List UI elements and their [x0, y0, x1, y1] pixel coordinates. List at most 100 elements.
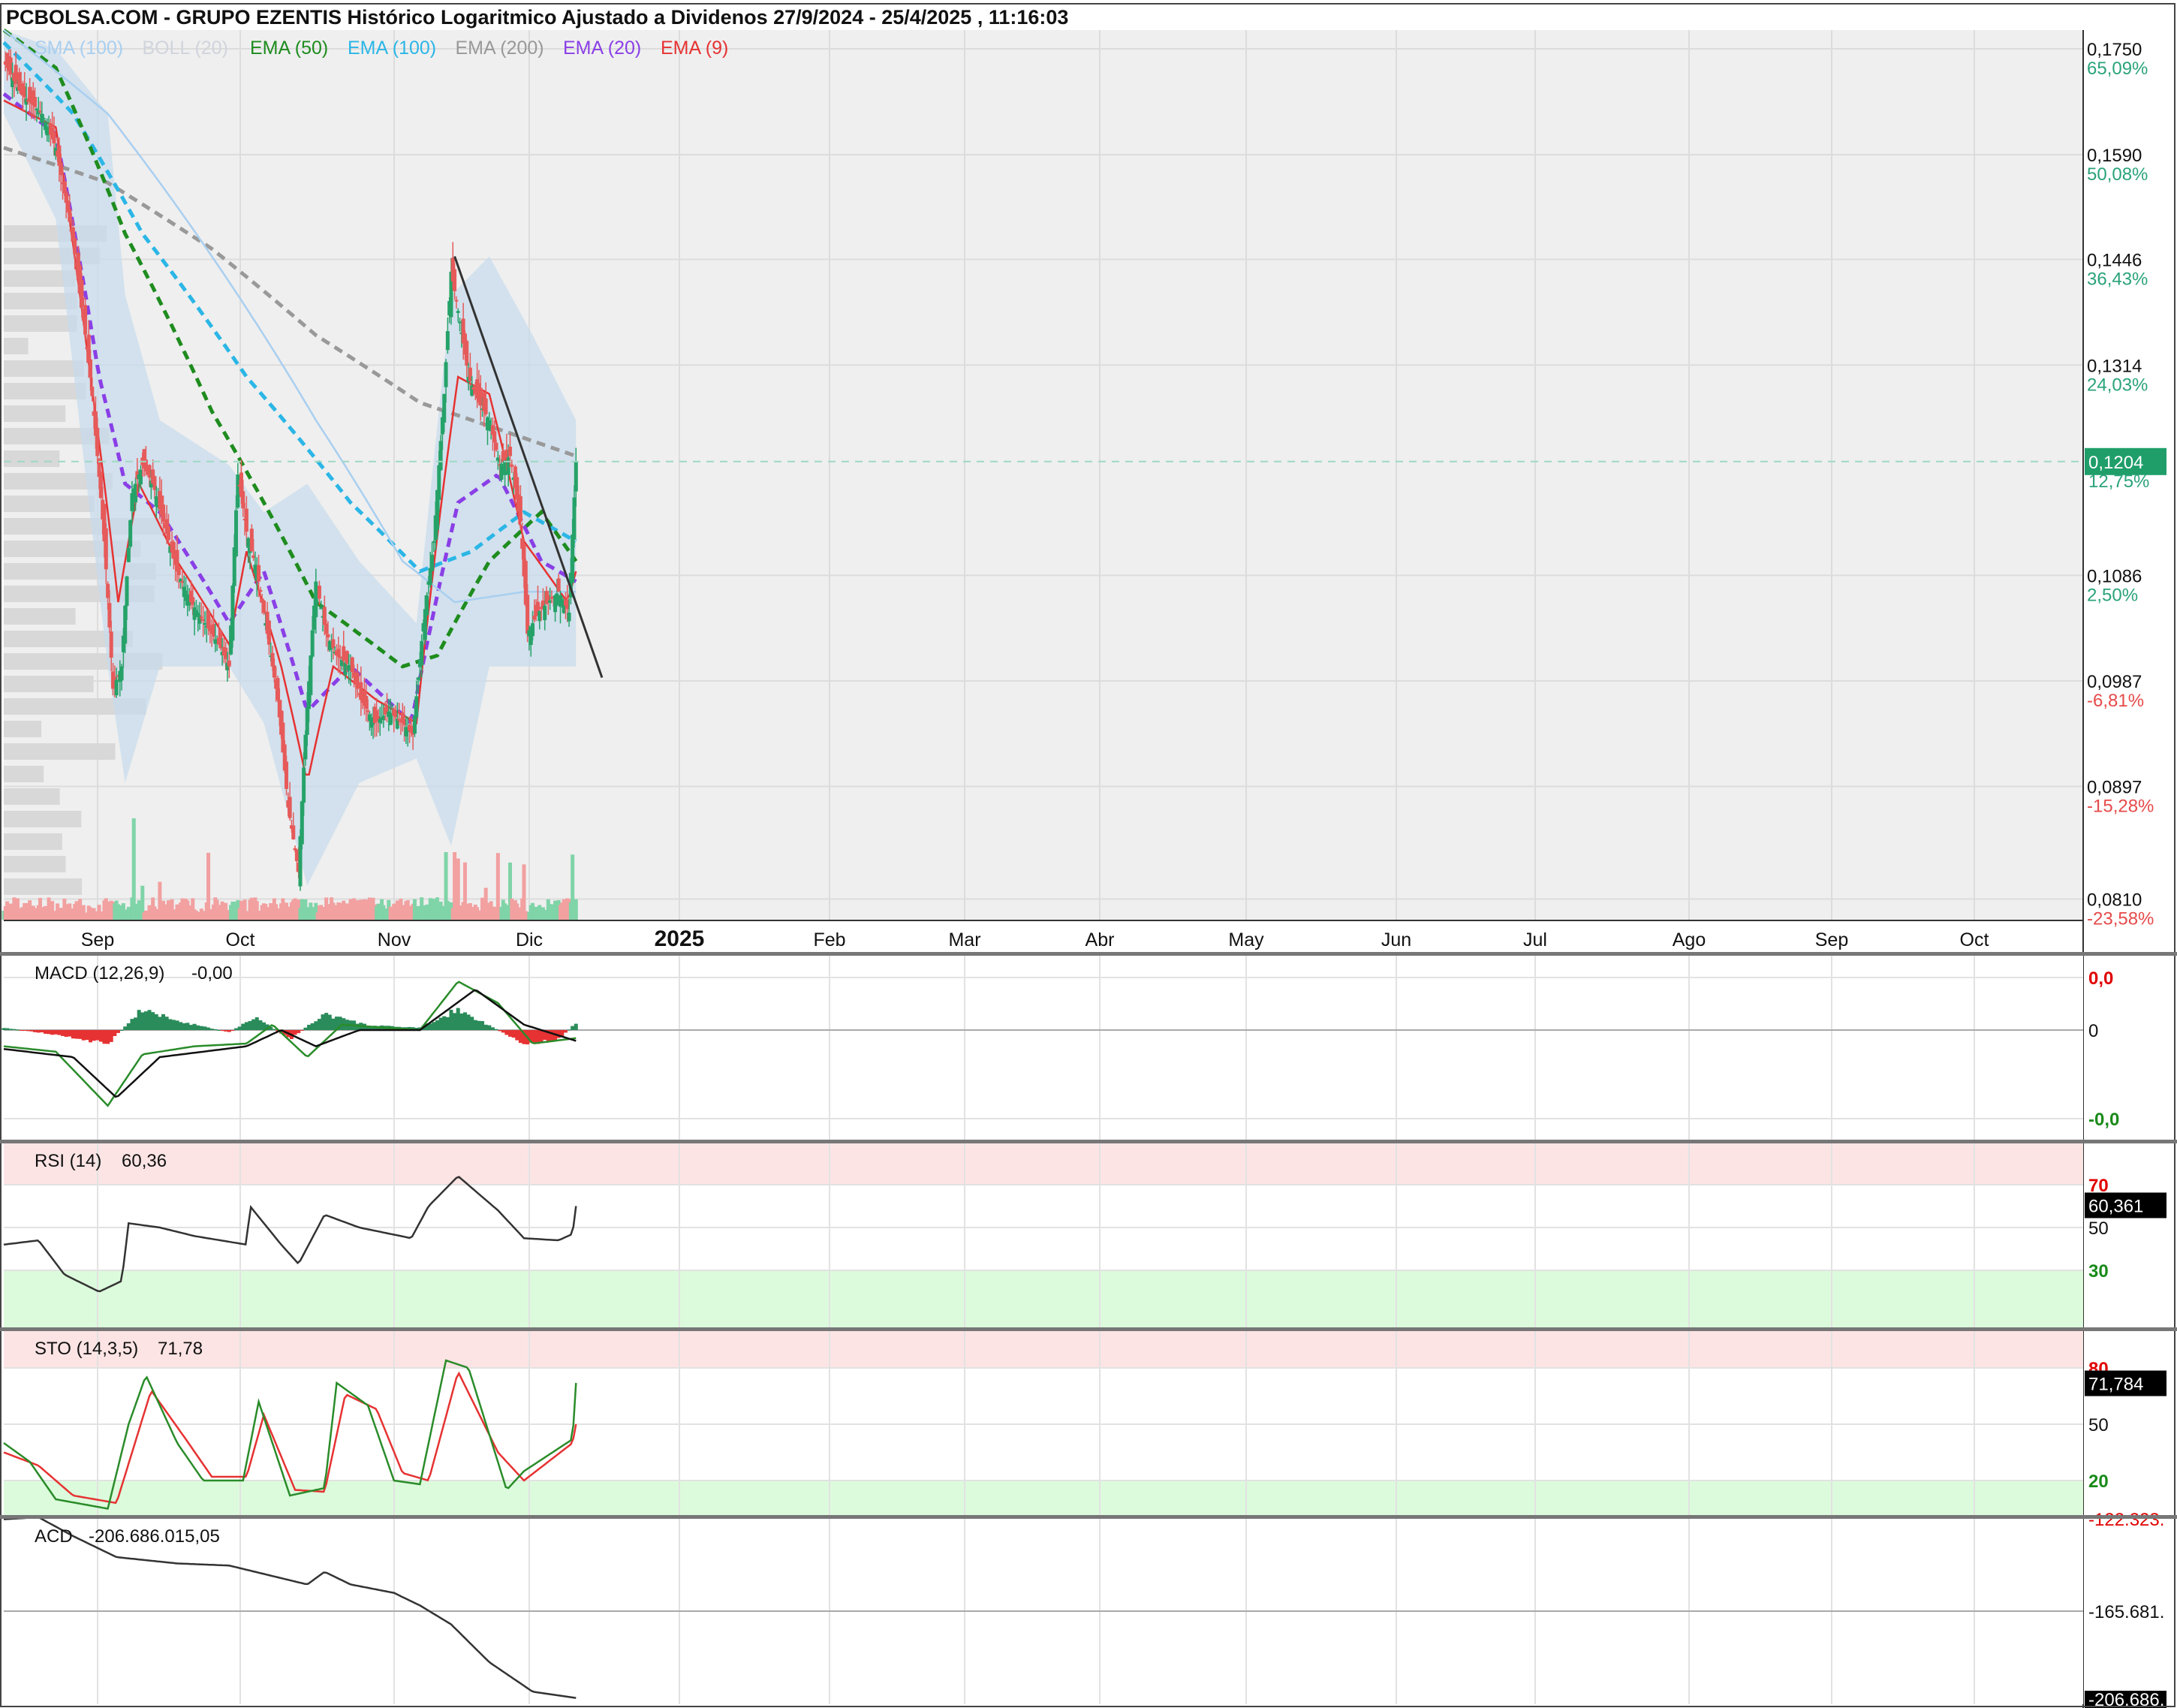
macd-hist-bar [220, 1030, 224, 1032]
macd-hist-bar [213, 1029, 218, 1030]
rsi-panel: 70503060,361 [3, 1143, 2166, 1327]
macd-hist-bar [237, 1026, 242, 1030]
acd-axis-label: -165.681. [2088, 1602, 2164, 1622]
macd-hist-bar [64, 1030, 68, 1037]
candle-body [430, 554, 435, 571]
candle-body [95, 427, 100, 456]
candle-body [531, 623, 535, 637]
macd-hist-bar [532, 1030, 537, 1044]
candle-body [126, 547, 131, 562]
macd-hist-bar [453, 1013, 457, 1030]
acd-value: -206.686.015,05 [89, 1526, 220, 1547]
macd-hist-bar [327, 1014, 332, 1030]
macd-hist-bar [435, 1020, 439, 1030]
macd-hist-bar [33, 1030, 38, 1032]
candle-body [465, 341, 469, 366]
macd-hist-bar [95, 1030, 100, 1041]
candle-body [445, 331, 450, 351]
macd-hist-bar [258, 1020, 263, 1030]
macd-hist-bar [449, 1010, 453, 1030]
volume-profile-bar [4, 856, 66, 872]
macd-hist-bar [179, 1022, 183, 1030]
macd-hist-bar [230, 1030, 235, 1031]
candle-body [414, 696, 419, 718]
macd-hist-bar [470, 1017, 474, 1030]
rsi-overbought-zone [4, 1143, 2083, 1185]
candle-body [166, 526, 170, 541]
legend-item: EMA (200) [456, 38, 544, 59]
candle-body [288, 797, 292, 818]
candle-body [326, 634, 330, 638]
candle-body [83, 305, 88, 335]
legend-item: EMA (50) [250, 38, 328, 59]
candle-body [90, 387, 95, 396]
macd-axis-label: 0 [2088, 1021, 2098, 1041]
macd-hist-bar [5, 1028, 10, 1030]
acd-axis-label: -122.323. [2088, 1510, 2164, 1530]
sto-level-label: 20 [2088, 1472, 2109, 1492]
macd-hist-bar [303, 1027, 308, 1030]
macd-hist-bar [355, 1023, 360, 1030]
macd-hist-bar [511, 1030, 516, 1038]
price-tick-pct: 36,43% [2087, 270, 2148, 290]
volume-profile-bar [4, 676, 94, 692]
macd-hist-bar [567, 1029, 571, 1031]
macd-axis-label: -0,0 [2088, 1110, 2119, 1130]
macd-hist-bar [550, 1030, 554, 1042]
macd-hist-bar [126, 1023, 131, 1030]
macd-hist-bar [92, 1030, 96, 1041]
chart-title: PCBOLSA.COM - GRUPO EZENTIS Histórico Lo… [6, 6, 1068, 29]
legend-item: EMA (20) [563, 38, 641, 59]
legend-item: EMA (100) [348, 38, 436, 59]
price-tick-label: 0,1314 [2087, 356, 2142, 376]
candle-body [257, 565, 261, 582]
candle-body [453, 269, 457, 291]
macd-hist-bar [254, 1017, 259, 1030]
macd-hist-bar [192, 1023, 197, 1030]
volume-profile-bar [4, 405, 66, 422]
time-axis-label: Jul [1523, 929, 1547, 950]
time-axis-label: Ago [1673, 929, 1706, 950]
macd-hist-bar [563, 1030, 568, 1033]
candle-body [456, 311, 460, 313]
volume-profile-bar [4, 608, 76, 625]
price-tick-pct: 2,50% [2087, 585, 2138, 605]
rsi-oversold-zone [4, 1270, 2083, 1327]
macd-hist-bar [199, 1026, 203, 1030]
volume-profile-bar [4, 721, 42, 737]
candle-body [567, 612, 571, 622]
macd-hist-bar [12, 1029, 17, 1030]
macd-hist-bar [515, 1030, 519, 1041]
volume-bar [206, 852, 211, 920]
macd-hist-bar [123, 1026, 128, 1030]
acd-panel: -122.323. -165.681. -206.686. [3, 1510, 2166, 1708]
volume-profile-bar [4, 811, 82, 827]
sto-panel: 80502071,784 [3, 1330, 2166, 1515]
sto-overbought-zone [4, 1330, 2083, 1368]
candle-body [425, 595, 429, 616]
macd-hist-bar [574, 1023, 578, 1030]
macd-hist-bar [432, 1022, 436, 1030]
candle-body [119, 666, 124, 681]
candle-body [556, 578, 561, 592]
rsi-current-label: 60,361 [2088, 1196, 2143, 1216]
macd-hist-bar [140, 1012, 145, 1030]
candle-body [244, 508, 248, 532]
panel-separator-3 [0, 1515, 2177, 1519]
macd-axis-label: 0,0 [2088, 968, 2113, 989]
price-tick-label: 0,0810 [2087, 890, 2142, 911]
macd-hist-bar [15, 1029, 20, 1031]
candle-body [291, 825, 296, 840]
macd-hist-bar [36, 1030, 41, 1033]
macd-hist-bar [501, 1030, 505, 1033]
candle-body [420, 640, 424, 666]
time-axis-label: Sep [81, 929, 114, 950]
macd-hist-bar [113, 1030, 117, 1037]
sto-oversold-zone [4, 1481, 2083, 1515]
macd-hist-bar [477, 1020, 481, 1030]
macd-hist-bar [490, 1027, 495, 1030]
macd-hist-bar [23, 1030, 27, 1031]
macd-hist-bar [473, 1020, 477, 1030]
sto-value: 71,78 [158, 1339, 203, 1359]
last-price-pct: 12,75% [2088, 471, 2149, 492]
